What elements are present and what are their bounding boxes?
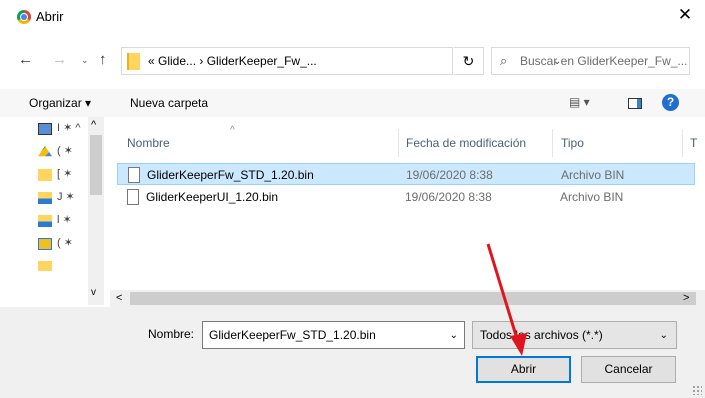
- title-bar: Abrir ✕: [0, 0, 705, 32]
- file-icon: [128, 167, 140, 183]
- folder-icon: [38, 261, 52, 271]
- recent-locations-chevron-icon[interactable]: ⌄: [81, 55, 89, 66]
- address-row: ← → ⌄ ↑ « Glide... › GliderKeeper_Fw_...…: [0, 45, 705, 77]
- column-header-type[interactable]: Tipo: [561, 136, 584, 150]
- filter-dropdown-chevron-icon[interactable]: ⌄: [660, 330, 668, 341]
- nav-item-label: I ✶ ^: [57, 122, 81, 134]
- navigation-pane: I ✶ ^ ( ✶ [ ✶ J ✶ l ✶ ( ✶ ^ v: [0, 117, 110, 305]
- back-arrow-icon[interactable]: ←: [18, 51, 33, 68]
- file-name-label: Nombre:: [148, 327, 195, 341]
- nav-item-label: J ✶: [57, 191, 75, 203]
- file-list-header: ^ Nombre Fecha de modificación Tipo T: [115, 125, 705, 159]
- chrome-icon: [17, 10, 31, 24]
- column-divider[interactable]: [398, 129, 399, 157]
- search-input[interactable]: ⌕ Buscar en GliderKeeper_Fw_...: [491, 47, 690, 75]
- cancel-button[interactable]: Cancelar: [581, 356, 676, 383]
- file-name-dropdown-chevron-icon[interactable]: ⌄: [450, 330, 458, 341]
- file-name: GliderKeeperUI_1.20.bin: [146, 190, 279, 204]
- dialog-footer: Nombre: GliderKeeperFw_STD_1.20.bin ⌄ To…: [0, 307, 705, 398]
- file-name-value: GliderKeeperFw_STD_1.20.bin: [209, 328, 376, 342]
- folder-icon: [127, 53, 140, 70]
- network-folder-icon: [38, 192, 52, 204]
- column-header-extra[interactable]: T: [690, 136, 697, 150]
- file-row-selected[interactable]: GliderKeeperFw_STD_1.20.bin 19/06/2020 8…: [117, 163, 695, 185]
- nav-pane-scrollbar[interactable]: ^ v: [88, 117, 104, 305]
- nav-item-label: l ✶: [57, 214, 72, 226]
- nav-item-label: ( ✶: [57, 237, 73, 249]
- user-folder-icon: [38, 238, 52, 250]
- file-icon: [127, 189, 139, 205]
- scroll-thumb[interactable]: [90, 135, 102, 195]
- organize-menu-button[interactable]: Organizar ▾: [29, 96, 91, 110]
- nav-pane-item[interactable]: I ✶ ^: [38, 121, 88, 141]
- scroll-down-arrow-icon[interactable]: v: [91, 287, 96, 298]
- column-header-name[interactable]: Nombre: [127, 136, 170, 150]
- file-date: 19/06/2020 8:38: [405, 190, 492, 204]
- sort-indicator-icon: ^: [230, 125, 235, 136]
- resize-grip-icon[interactable]: [692, 385, 702, 395]
- nav-item-label: [ ✶: [57, 168, 73, 180]
- refresh-button[interactable]: ↻: [454, 47, 484, 75]
- file-date: 19/06/2020 8:38: [406, 168, 493, 182]
- column-header-date[interactable]: Fecha de modificación: [406, 136, 526, 150]
- file-type: Archivo BIN: [560, 190, 624, 204]
- breadcrumb[interactable]: « Glide... › GliderKeeper_Fw_...: [148, 54, 317, 68]
- scroll-left-arrow-icon[interactable]: <: [116, 292, 122, 304]
- nav-pane-item[interactable]: ( ✶: [38, 236, 88, 256]
- close-button[interactable]: ✕: [665, 0, 705, 32]
- search-icon: ⌕: [500, 53, 508, 68]
- scroll-up-arrow-icon[interactable]: ^: [91, 119, 96, 131]
- column-divider[interactable]: [552, 129, 553, 157]
- file-name: GliderKeeperFw_STD_1.20.bin: [147, 168, 314, 182]
- column-divider[interactable]: [682, 129, 683, 157]
- nav-pane-item[interactable]: [ ✶: [38, 167, 88, 187]
- google-drive-icon: [38, 146, 52, 157]
- nav-item-label: ( ✶: [57, 145, 73, 157]
- up-arrow-icon[interactable]: ↑: [99, 51, 107, 68]
- horizontal-scroll-thumb[interactable]: [130, 292, 696, 305]
- forward-arrow-icon[interactable]: →: [52, 51, 67, 68]
- file-type: Archivo BIN: [561, 168, 625, 182]
- address-bar[interactable]: « Glide... › GliderKeeper_Fw_... ⌄: [121, 47, 561, 75]
- help-icon[interactable]: ?: [662, 94, 679, 111]
- command-toolbar: Organizar ▾ Nueva carpeta ▤ ▾ ?: [0, 89, 705, 117]
- nav-pane-item[interactable]: [38, 259, 88, 271]
- change-view-button[interactable]: ▤ ▾: [569, 95, 590, 109]
- nav-pane-item[interactable]: l ✶: [38, 213, 88, 233]
- file-name-input[interactable]: GliderKeeperFw_STD_1.20.bin ⌄: [202, 321, 465, 349]
- folder-icon: [38, 169, 52, 181]
- open-file-dialog: Abrir ✕ ← → ⌄ ↑ « Glide... › GliderKeepe…: [0, 0, 705, 398]
- nav-item-icon: [38, 123, 52, 135]
- file-row[interactable]: GliderKeeperUI_1.20.bin 19/06/2020 8:38 …: [117, 186, 695, 208]
- file-type-filter-value: Todos los archivos (*.*): [480, 328, 603, 342]
- dialog-title: Abrir: [36, 9, 64, 24]
- file-type-filter-select[interactable]: Todos los archivos (*.*) ⌄: [472, 321, 677, 349]
- scroll-right-arrow-icon[interactable]: >: [683, 292, 689, 304]
- nav-pane-item[interactable]: ( ✶: [38, 144, 88, 164]
- network-folder-icon: [38, 215, 52, 227]
- open-button[interactable]: Abrir: [476, 356, 571, 383]
- preview-pane-icon[interactable]: [628, 98, 642, 109]
- search-placeholder: Buscar en GliderKeeper_Fw_...: [520, 54, 688, 68]
- new-folder-button[interactable]: Nueva carpeta: [130, 96, 208, 110]
- horizontal-scrollbar[interactable]: < >: [110, 290, 705, 307]
- nav-pane-item[interactable]: J ✶: [38, 190, 88, 210]
